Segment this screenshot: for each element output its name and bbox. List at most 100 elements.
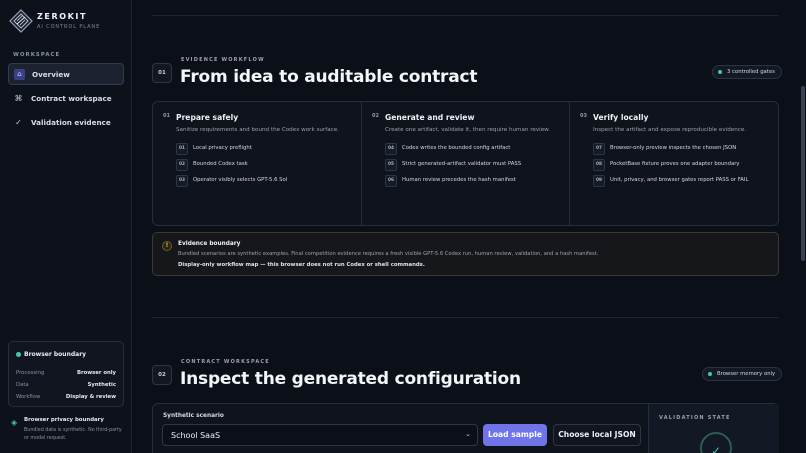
column-title: Verify locally [593,113,649,122]
item-number: 05 [385,159,397,171]
home-icon: ⌂ [14,69,25,80]
column-title: Generate and review [385,113,475,122]
nav-section-label: WORKSPACE [13,52,61,58]
section-divider [152,317,779,318]
workflow-item: 06 Human review precedes the hash manife… [385,175,565,187]
workflow-item: 07 Browser-only preview inspects the cho… [593,143,773,155]
chevron-down-icon: ⌄ [465,430,471,438]
status-dot-icon [708,372,712,376]
workflow-item: 08 PocketBase fixture proves one adapter… [593,159,773,171]
workflow-item: 05 Strict generated-artifact validator m… [385,159,565,171]
boundary-key: Data [16,382,29,388]
privacy-title: Browser privacy boundary [24,417,104,423]
check-circle-icon: ✓ [700,432,732,453]
column-description: Inspect the artifact and expose reproduc… [593,127,747,133]
privacy-text: Bundled data is synthetic. No third-part… [24,428,122,441]
sidebar-item-label: Contract workspace [31,94,112,103]
item-number: 07 [593,143,605,155]
shield-icon: ◈ [11,418,18,427]
controlled-gates-badge: 3 controlled gates [712,65,782,79]
item-text: Operator visibly selects GPT-5.6 Sol [193,177,288,183]
workflow-item: 02 Bounded Codex task [176,159,356,171]
command-icon: ⌘ [14,94,23,103]
item-number: 08 [593,159,605,171]
validation-state-panel: VALIDATION STATE ✓ [648,404,779,453]
section-title: Inspect the generated configuration [180,369,521,389]
workflow-item: 04 Codex writes the bounded config artif… [385,143,565,155]
section-divider [152,15,779,16]
section-eyebrow: CONTRACT WORKSPACE [181,359,270,365]
section-title: From idea to auditable contract [180,67,478,87]
status-dot-icon [718,70,722,74]
item-number: 04 [385,143,397,155]
badge-label: Browser memory only [717,371,776,377]
logo-icon [9,9,33,33]
item-text: Browser-only preview inspects the chosen… [610,145,737,151]
scenario-label: Synthetic scenario [163,413,224,419]
sidebar-item-label: Overview [32,70,70,79]
brand-name: ZEROKIT [37,12,88,21]
browser-boundary-title: Browser boundary [24,351,87,358]
badge-label: 3 controlled gates [727,69,775,75]
section-eyebrow: EVIDENCE WORKFLOW [181,57,265,63]
sidebar-item-contract-workspace[interactable]: ⌘ Contract workspace [8,88,124,110]
sidebar-item-label: Validation evidence [31,118,111,127]
column-title: Prepare safely [176,113,239,122]
section-step-badge: 01 [152,63,172,83]
item-number: 09 [593,175,605,187]
configuration-card: Synthetic scenario School SaaS ⌄ Load sa… [152,403,779,453]
callout-text: Bundled scenarios are synthetic examples… [178,251,599,257]
workflow-column-verify: 03 Verify locally Inspect the artifact a… [569,102,778,225]
validation-state-title: VALIDATION STATE [659,415,731,421]
brand[interactable]: ZEROKIT AI CONTROL PLANE [9,9,127,35]
workflow-column-prepare: 01 Prepare safely Sanitize requirements … [153,102,361,225]
status-dot-icon [16,352,21,357]
boundary-key: Workflow [16,394,41,400]
boundary-row-workflow: Workflow Display & review [16,394,116,404]
scrollbar-track[interactable] [800,0,806,453]
item-text: PocketBase fixture proves one adapter bo… [610,161,740,167]
item-number: 03 [176,175,188,187]
evidence-boundary-callout: ! Evidence boundary Bundled scenarios ar… [152,232,779,276]
choose-local-json-button[interactable]: Choose local JSON [553,424,641,446]
column-number: 02 [372,113,379,119]
load-sample-button[interactable]: Load sample [483,424,547,446]
sidebar-item-validation-evidence[interactable]: ✓ Validation evidence [8,112,124,134]
sidebar-item-overview[interactable]: ⌂ Overview [8,63,124,85]
boundary-value: Synthetic [87,382,116,388]
check-icon: ✓ [15,118,22,127]
boundary-value: Display & review [65,394,116,400]
scrollbar-thumb[interactable] [801,86,805,261]
column-number: 01 [163,113,170,119]
workflow-item: 09 Unit, privacy, and browser gates repo… [593,175,773,187]
scenario-select[interactable]: School SaaS ⌄ [162,424,478,446]
workflow-card: 01 Prepare safely Sanitize requirements … [152,101,779,226]
boundary-row-processing: Processing Browser only [16,370,116,380]
callout-note: Display-only workflow map — this browser… [178,262,425,268]
item-text: Human review precedes the hash manifest [402,177,516,183]
item-number: 06 [385,175,397,187]
item-text: Unit, privacy, and browser gates report … [610,177,749,183]
item-text: Local privacy preflight [193,145,252,151]
boundary-value: Browser only [76,370,116,376]
callout-title: Evidence boundary [178,241,241,247]
browser-boundary-card: Browser boundary Processing Browser only… [8,341,124,407]
main-content: 01 EVIDENCE WORKFLOW From idea to audita… [133,0,806,453]
item-text: Bounded Codex task [193,161,248,167]
item-text: Strict generated-artifact validator must… [402,161,522,167]
column-number: 03 [580,113,587,119]
workflow-column-generate: 02 Generate and review Create one artifa… [361,102,569,225]
section-step-badge: 02 [152,365,172,385]
browser-memory-badge: Browser memory only [702,367,783,381]
item-text: Codex writes the bounded config artifact [402,145,511,151]
column-description: Create one artifact, validate it, then r… [385,127,551,133]
boundary-key: Processing [16,370,45,376]
column-description: Sanitize requirements and bound the Code… [176,127,339,133]
item-number: 01 [176,143,188,155]
item-number: 02 [176,159,188,171]
brand-subtitle: AI CONTROL PLANE [37,24,101,30]
sidebar: ZEROKIT AI CONTROL PLANE WORKSPACE ⌂ Ove… [0,0,132,453]
workflow-item: 03 Operator visibly selects GPT-5.6 Sol [176,175,356,187]
workflow-item: 01 Local privacy preflight [176,143,356,155]
warning-icon: ! [162,241,172,251]
